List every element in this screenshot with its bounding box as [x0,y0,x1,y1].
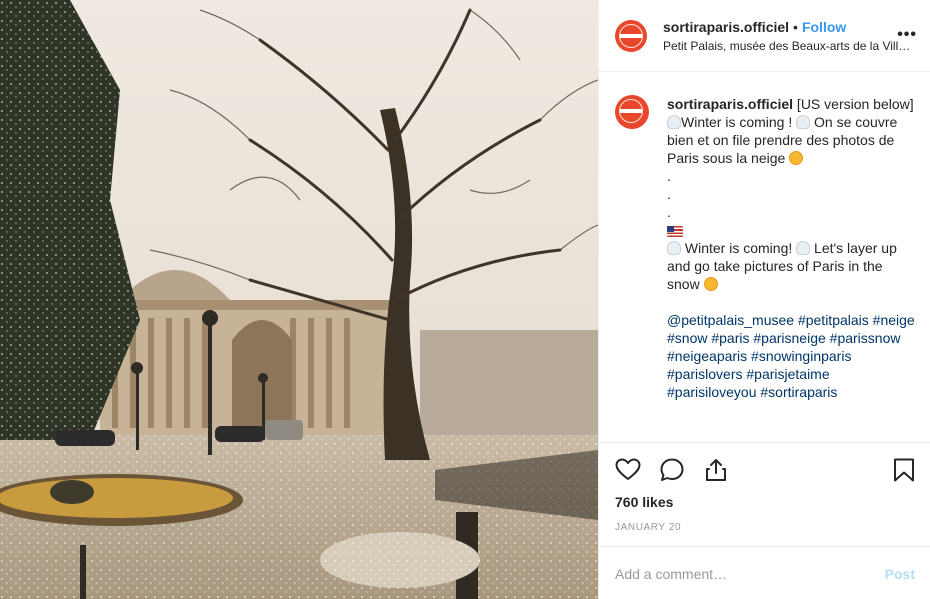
header-separator: • [793,18,798,35]
face-with-tongue-emoji [703,277,718,291]
location-link[interactable]: Petit Palais, musée des Beaux-arts de la… [663,38,913,54]
avatar[interactable] [615,19,647,52]
instagram-post: sortiraparis.officiel • Follow Petit Pal… [0,0,930,599]
caption-row: sortiraparis.officiel [US version below]… [615,95,915,401]
caption-text: sortiraparis.officiel [US version below]… [667,95,915,401]
comment-bubble-icon[interactable] [659,457,685,483]
caption-avatar[interactable] [615,95,649,129]
header-username[interactable]: sortiraparis.officiel [663,18,789,36]
action-icon-row [615,457,915,483]
comment-input[interactable] [615,565,865,583]
cloud-with-snow-emoji [667,241,681,255]
likes-count[interactable]: 760 likes [615,494,673,510]
avatar-logo-bar [620,33,642,38]
snowy-petit-palais-photo [0,0,598,599]
add-comment-bar: Post [599,546,930,599]
post-photo[interactable] [0,0,598,599]
post-header: sortiraparis.officiel • Follow Petit Pal… [599,0,930,72]
post-date[interactable]: JANUARY 20 [615,522,681,533]
post-side-panel: sortiraparis.officiel • Follow Petit Pal… [598,0,930,599]
header-text: sortiraparis.officiel • Follow Petit Pal… [663,18,913,54]
avatar-logo-bar [620,109,642,113]
cloud-with-snow-emoji [796,241,811,255]
header-line: sortiraparis.officiel • Follow [663,18,913,36]
more-options-icon[interactable]: ••• [897,27,917,43]
cloud-with-snow-emoji [667,115,681,129]
caption-intro: [US version below] [793,96,914,112]
us-flag-emoji [667,226,683,237]
cloud-with-snow-emoji [796,115,811,129]
caption-dots: . . . [667,168,671,220]
follow-button[interactable]: Follow [802,18,846,36]
caption-username[interactable]: sortiraparis.officiel [667,96,793,112]
post-comment-button[interactable]: Post [885,566,915,582]
bookmark-icon[interactable] [891,457,917,483]
comments-area[interactable]: sortiraparis.officiel [US version below]… [599,73,930,442]
share-icon[interactable] [703,457,729,483]
hashtags[interactable]: @petitpalais_musee #petitpalais #neige #… [667,311,915,401]
post-actions: 760 likes JANUARY 20 Post [599,442,930,599]
caption-fr-a: Winter is coming ! [681,114,797,130]
caption-en-a: Winter is coming! [681,240,797,256]
face-with-tongue-emoji [789,151,804,165]
heart-icon[interactable] [615,457,641,483]
